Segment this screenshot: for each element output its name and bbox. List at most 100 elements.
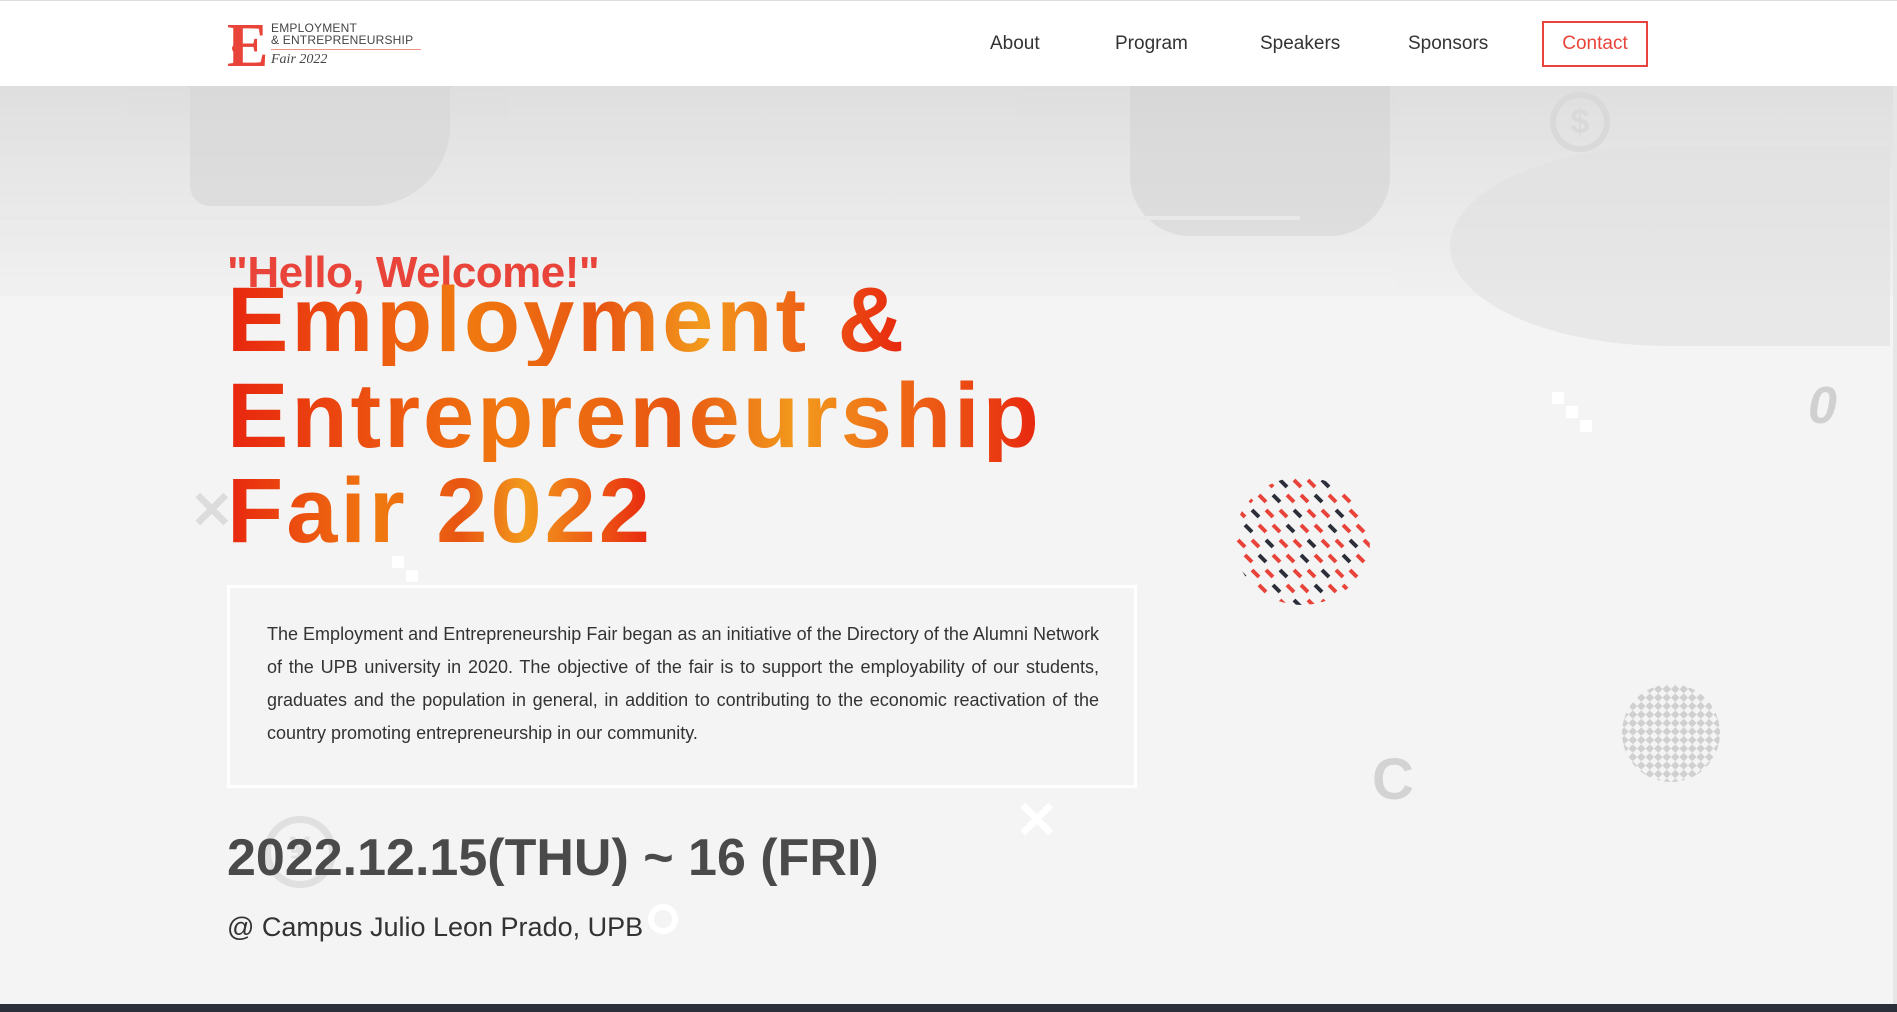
sphere-dash [1327,523,1338,534]
footer-bar [0,1004,1897,1012]
sphere-dash [1348,568,1359,579]
sphere-dash [1292,478,1303,489]
sphere-dash [1292,508,1303,519]
nav-speakers[interactable]: Speakers [1260,33,1340,55]
sphere-dash [1250,538,1261,549]
sphere-dash [1306,538,1317,549]
sphere-dash [1271,553,1282,564]
event-venue: @ Campus Julio Leon Prado, UPB [227,912,644,942]
nav-sponsors[interactable]: Sponsors [1408,33,1488,55]
sphere-dash [1257,553,1268,564]
sphere-dash [1320,568,1331,579]
sphere-dash [1362,598,1370,605]
logo-rule [271,49,421,50]
sphere-dash [1278,478,1289,489]
pixel-square [1580,420,1592,432]
site-logo[interactable]: E EMPLOYMENT & ENTREPRENEURSHIP Fair 202… [227,15,427,77]
sphere-dash [1369,493,1370,504]
sphere-dash [1334,538,1345,549]
sphere-dash [1243,583,1254,594]
sphere-dash [1278,508,1289,519]
sphere-dash [1236,478,1247,489]
sphere-dash [1334,508,1345,519]
sphere-dash [1327,583,1338,594]
sphere-dash [1348,598,1359,605]
description-box: The Employment and Entrepreneurship Fair… [227,585,1137,788]
hero-title-line-1: Employment & [227,269,908,371]
logo-line-2: & ENTREPRENEURSHIP [271,33,414,47]
pixel-square [1566,406,1578,418]
sphere-dash [1278,568,1289,579]
sphere-dash [1285,523,1296,534]
sphere-dash [1278,538,1289,549]
hero-title-line-3: Fair 2022 [227,460,653,562]
checker-diamond-icon [1602,664,1741,803]
sphere-dash [1362,568,1370,579]
dotted-sphere-icon [1236,478,1370,605]
sphere-dash [1341,553,1352,564]
sphere-dash [1320,478,1331,489]
sphere-dash [1341,493,1352,504]
sphere-dash [1264,538,1275,549]
sphere-dash [1313,523,1324,534]
sphere-dash [1292,538,1303,549]
sphere-dash [1250,478,1261,489]
sphere-dash [1320,538,1331,549]
sphere-dash [1334,568,1345,579]
sphere-dash [1243,523,1254,534]
sphere-dash [1264,568,1275,579]
pixel-square [406,570,418,582]
sphere-dash [1355,583,1366,594]
logo-dot [232,44,241,53]
photo-shape [1450,146,1890,346]
site-header: E EMPLOYMENT & ENTREPRENEURSHIP Fair 202… [0,0,1897,86]
sphere-dash [1306,508,1317,519]
sphere-dash [1348,508,1359,519]
sphere-dash [1306,478,1317,489]
nav-contact-button[interactable]: Contact [1542,21,1648,67]
sphere-dash [1243,493,1254,504]
sphere-dash [1355,553,1366,564]
sphere-dash [1369,523,1370,534]
scrollbar[interactable] [1893,86,1897,1004]
sphere-dash [1320,598,1331,605]
sphere-dash [1285,493,1296,504]
sphere-dash [1306,568,1317,579]
sphere-dash [1236,568,1247,579]
photo-shape [1130,86,1390,236]
nav-about[interactable]: About [990,33,1040,55]
sphere-dash [1369,583,1370,594]
hero-title-line-2: Entrepreneurship [227,365,1042,467]
sphere-dash [1313,493,1324,504]
sphere-dash [1313,553,1324,564]
sphere-dash [1334,598,1345,605]
event-date: 2022.12.15(THU) ~ 16 (FRI) [227,829,879,887]
sphere-dash [1278,598,1289,605]
sphere-dash [1257,493,1268,504]
hero-section: $ 0 C ✕ ✕ ¥ "Hello, Welcome!" Employment… [0,86,1897,1004]
sphere-dash [1243,553,1254,564]
sphere-dash [1250,598,1261,605]
sphere-dash [1285,583,1296,594]
sphere-dash [1250,568,1261,579]
sphere-dash [1299,523,1310,534]
logo-subtitle: Fair 2022 [271,52,328,67]
sphere-dash [1299,553,1310,564]
sphere-dash [1264,508,1275,519]
sphere-dash [1271,583,1282,594]
sphere-dash [1236,508,1247,519]
pixel-square [1552,392,1564,404]
sphere-dash [1257,523,1268,534]
sphere-dash [1299,493,1310,504]
sphere-dash [1362,508,1370,519]
sphere-dash [1348,538,1359,549]
nav-program[interactable]: Program [1115,33,1188,55]
sphere-dash [1313,583,1324,594]
sphere-dash [1369,553,1370,564]
photo-shape [190,86,450,206]
sphere-dash [1257,583,1268,594]
sphere-dash [1236,598,1247,605]
ring-icon [648,904,678,934]
sphere-dash [1362,538,1370,549]
sphere-dash [1292,568,1303,579]
